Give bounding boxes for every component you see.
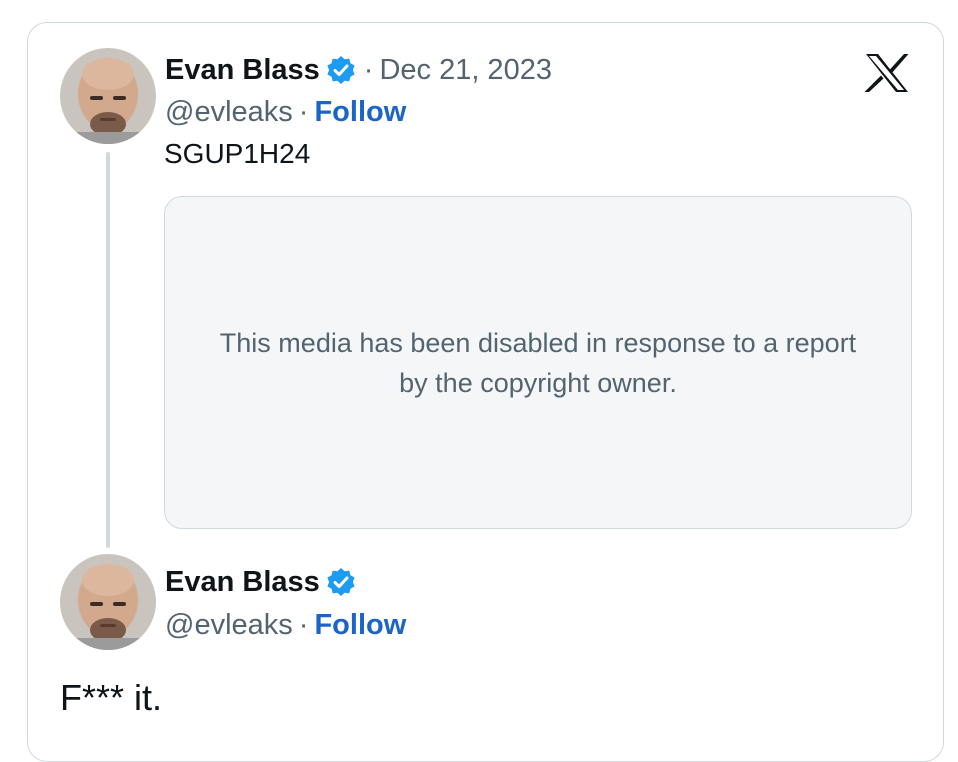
- reply-header: Evan Blass: [165, 562, 356, 602]
- verified-badge-icon: [326, 567, 356, 597]
- separator-dot: ·: [298, 608, 309, 641]
- separator-dot: ·: [298, 95, 309, 128]
- author-handle[interactable]: @evleaks: [165, 96, 293, 129]
- avatar[interactable]: [60, 48, 156, 144]
- author-name[interactable]: Evan Blass: [165, 54, 320, 87]
- separator-dot: ·: [363, 53, 374, 86]
- reply-text: F*** it.: [60, 677, 163, 718]
- author-handle[interactable]: @evleaks: [165, 609, 293, 642]
- tweet-text: SGUP1H24: [164, 138, 311, 169]
- follow-button[interactable]: Follow: [314, 96, 406, 129]
- handle-row: @evleaks · Follow: [165, 93, 406, 131]
- handle-row: @evleaks · Follow: [165, 606, 406, 644]
- follow-button[interactable]: Follow: [314, 609, 406, 642]
- avatar[interactable]: [60, 554, 156, 650]
- verified-badge-icon: [326, 55, 356, 85]
- x-logo-icon[interactable]: [864, 53, 910, 93]
- thread-connector-line: [106, 152, 110, 548]
- tweet-header: Evan Blass · Dec 21, 2023: [165, 50, 552, 90]
- author-name[interactable]: Evan Blass: [165, 566, 320, 599]
- media-disabled-message: This media has been disabled in response…: [219, 327, 857, 398]
- tweet-date[interactable]: Dec 21, 2023: [379, 54, 552, 87]
- disabled-media-placeholder: This media has been disabled in response…: [164, 196, 912, 529]
